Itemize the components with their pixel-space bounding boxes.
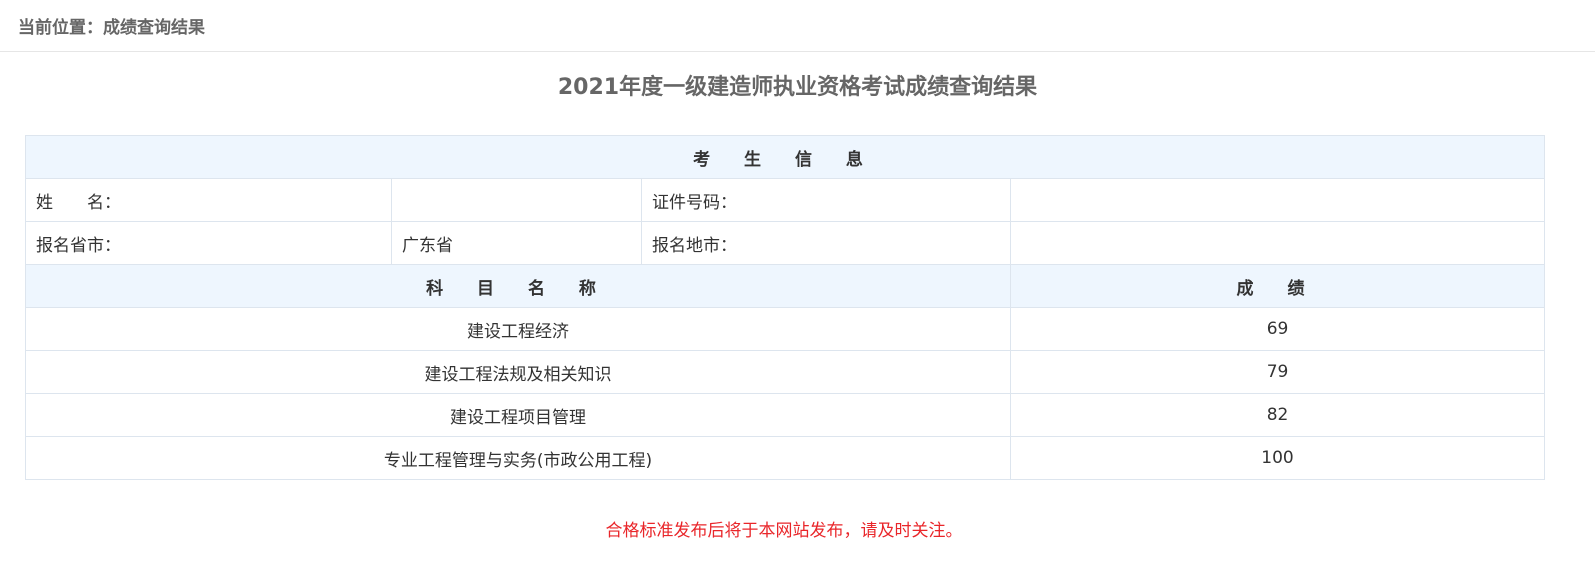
subject-score: 79	[1009, 350, 1546, 394]
notice-text: 合格标准发布后将于本网站发布，请及时关注。	[605, 521, 963, 541]
candidate-row-name: 姓 名： 证件号码：	[25, 178, 1546, 222]
page-title: 2021年度一级建造师执业资格考试成绩查询结果	[557, 75, 1038, 100]
table-row: 专业工程管理与实务(市政公用工程) 100	[25, 436, 1546, 480]
scores-header-row: 科 目 名 称 成 绩	[25, 264, 1546, 308]
province-label: 报名省市：	[25, 221, 392, 265]
subject-score: 82	[1009, 393, 1546, 437]
subject-name: 建设工程经济	[25, 307, 1011, 351]
id-number-value	[1009, 178, 1546, 222]
table-row: 建设工程项目管理 82	[25, 393, 1546, 437]
candidate-info-header: 考 生 信 息	[24, 135, 1546, 179]
province-value: 广东省	[391, 221, 642, 265]
score-column-header: 成 绩	[1009, 264, 1546, 308]
score-result-table: 考 生 信 息 姓 名： 证件号码： 报名省市： 广东省 报名地市： 科 目 名…	[24, 135, 1546, 480]
table-row: 建设工程经济 69	[25, 307, 1546, 351]
candidate-row-region: 报名省市： 广东省 报名地市：	[25, 221, 1546, 265]
subject-column-header: 科 目 名 称	[25, 264, 1011, 308]
subject-name: 建设工程项目管理	[25, 393, 1011, 437]
breadcrumb-text: 当前位置：成绩查询结果	[18, 18, 205, 38]
breadcrumb: 当前位置：成绩查询结果	[0, 0, 1595, 52]
subject-score: 100	[1009, 436, 1546, 480]
table-row: 建设工程法规及相关知识 79	[25, 350, 1546, 394]
id-number-label: 证件号码：	[641, 178, 1011, 222]
city-label: 报名地市：	[641, 221, 1011, 265]
name-label: 姓 名：	[25, 178, 392, 222]
city-value	[1009, 221, 1546, 265]
subject-name: 专业工程管理与实务(市政公用工程)	[25, 436, 1011, 480]
subject-score: 69	[1009, 307, 1546, 351]
name-value	[391, 178, 642, 222]
candidate-info-header-row: 考 生 信 息	[24, 135, 1546, 179]
subject-name: 建设工程法规及相关知识	[25, 350, 1011, 394]
